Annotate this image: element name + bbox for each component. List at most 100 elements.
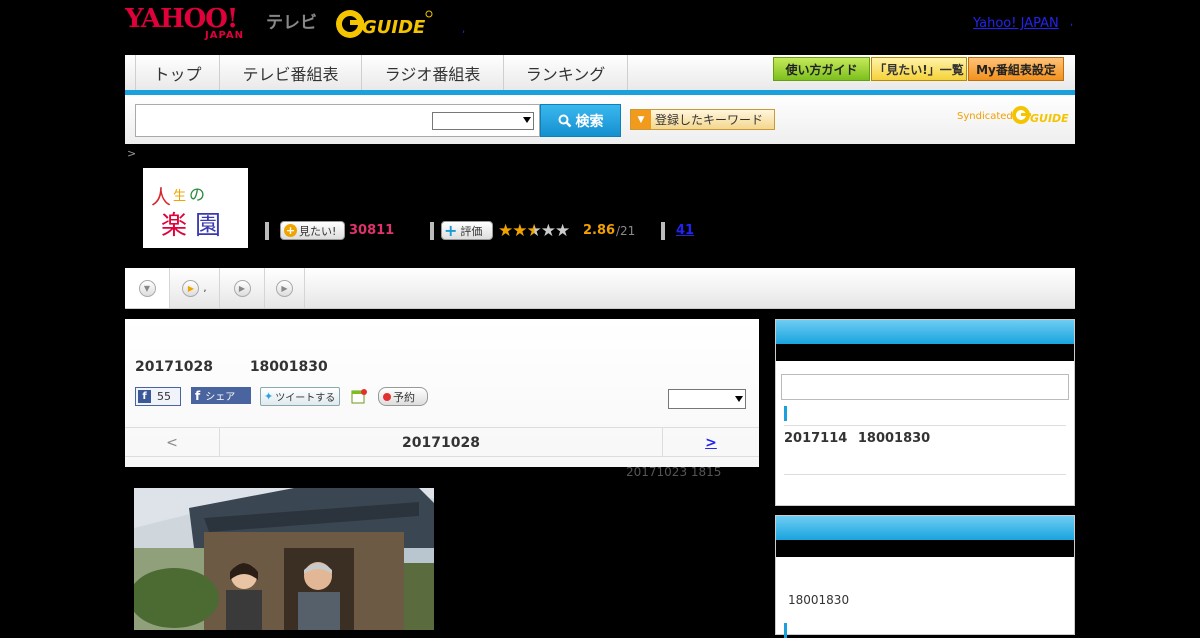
side-panel-header: [776, 320, 1074, 344]
want-list-button[interactable]: 「見たい!」一覧: [871, 57, 967, 81]
side-panel-subheader: [776, 344, 1074, 361]
rating-count: /21: [616, 224, 636, 238]
breadcrumb[interactable]: >: [127, 147, 136, 160]
facebook-share-label: シェア: [205, 392, 236, 403]
upcoming-broadcasts-panel: 2017114 18001830: [775, 319, 1075, 506]
global-nav: トップ テレビ番組表 ラジオ番組表 ランキング 使い方ガイド 「見たい!」一覧 …: [125, 55, 1075, 95]
search-button-label: 検索: [575, 113, 604, 130]
broadcast-time: 18001830: [249, 359, 328, 375]
program-tabs: ▼ ▶ , ▶ ▶: [125, 268, 1075, 309]
divider: [784, 425, 1066, 426]
play-icon: ▶: [233, 279, 251, 297]
yahoo-logo-sub: JAPAN: [205, 30, 244, 41]
play-icon: ▶: [182, 279, 200, 297]
nav-top[interactable]: トップ: [135, 55, 220, 90]
date-navigation: < 20171028 >: [125, 427, 759, 457]
twitter-bird-icon: ✦: [264, 390, 274, 403]
reviews-link[interactable]: 41: [676, 223, 694, 238]
gguide-logo[interactable]: GUIDE: [334, 6, 434, 42]
upcoming-broadcast-item[interactable]: 2017114 18001830: [784, 431, 930, 446]
registered-keywords-button[interactable]: ▼ 登録したキーワード: [630, 109, 775, 130]
nav-tv-guide[interactable]: テレビ番組表: [220, 55, 362, 90]
star-icon: ★: [512, 221, 527, 241]
tweet-button[interactable]: ✦ ツイートする: [260, 387, 340, 406]
svg-text:生: 生: [173, 189, 186, 204]
related-panel: 18001830: [775, 515, 1075, 638]
svg-text:の: の: [189, 185, 205, 204]
section-marker: [784, 623, 787, 638]
tab-reviews[interactable]: ▶: [220, 268, 265, 308]
search-bar: 検索 ▼ 登録したキーワード Syndicated GUIDE: [125, 95, 1075, 144]
broadcast-date: 20171028: [135, 359, 213, 375]
header-sep-left: ,: [462, 24, 466, 35]
facebook-icon: f: [195, 388, 201, 403]
program-photo: [134, 488, 434, 630]
triangle-down-icon: ▼: [631, 110, 651, 129]
current-date: 20171028: [220, 428, 663, 457]
facebook-icon: f: [138, 390, 151, 403]
channel-select[interactable]: [668, 389, 746, 409]
tv-label[interactable]: テレビ: [266, 8, 317, 33]
yahoo-logo-text: YAHOO!: [125, 4, 238, 34]
side-panel-field[interactable]: [781, 374, 1069, 400]
rating-value: 2.86: [583, 223, 616, 238]
search-icon: [558, 114, 571, 127]
tab-broadcast[interactable]: ▶ ,: [170, 268, 220, 308]
syndicated-label: Syndicated: [957, 111, 1013, 122]
search-button[interactable]: 検索: [540, 104, 621, 137]
stat-divider: [661, 222, 665, 240]
chevron-down-icon: [735, 396, 743, 402]
my-guide-settings-button[interactable]: My番組表設定: [968, 57, 1064, 81]
broadcast-info-panel: 20171028 18001830 f 55 f シェア ✦ ツイートする 予約…: [125, 319, 759, 467]
broadcast-datetime: 20171028 18001830: [135, 359, 328, 375]
play-icon: ▶: [276, 279, 293, 297]
upcoming-time: 18001830: [857, 431, 931, 446]
chevron-down-icon: [523, 117, 531, 123]
want-to-watch-button[interactable]: + 見たい!: [280, 221, 345, 240]
facebook-like-count: 55: [157, 390, 171, 403]
svg-text:人: 人: [151, 185, 171, 209]
tweet-label: ツイートする: [275, 393, 336, 404]
calendar-add-icon[interactable]: [351, 388, 367, 404]
divider: [784, 474, 1066, 475]
rate-button[interactable]: + 評価: [441, 221, 493, 240]
tab-related[interactable]: ▶: [265, 268, 305, 308]
svg-text:GUIDE: GUIDE: [362, 17, 426, 38]
yahoo-japan-logo[interactable]: YAHOO! JAPAN: [125, 6, 263, 42]
want-to-watch-label: 見たい!: [299, 224, 337, 238]
side-panel-header: [776, 516, 1074, 540]
reserve-recording-button[interactable]: 予約: [378, 387, 428, 406]
search-category-select[interactable]: [432, 112, 534, 130]
prev-date-button[interactable]: <: [125, 428, 220, 457]
program-logo: 人 生 の 楽 園: [143, 168, 248, 248]
svg-text:楽: 楽: [161, 211, 187, 241]
plus-icon: +: [284, 224, 297, 237]
next-date-link[interactable]: >: [663, 428, 759, 457]
registered-keywords-label: 登録したキーワード: [655, 113, 764, 127]
updated-timestamp: 20171023 1815: [626, 465, 722, 479]
section-marker: [784, 406, 787, 421]
related-time: 18001830: [788, 593, 850, 607]
want-count: 30811: [349, 223, 395, 238]
reserve-label: 予約: [393, 390, 415, 404]
star-empty-icon: ★: [555, 221, 570, 241]
nav-radio-guide[interactable]: ラジオ番組表: [362, 55, 504, 90]
svg-text:園: 園: [195, 211, 221, 241]
guide-button[interactable]: 使い方ガイド: [773, 57, 870, 81]
chevron-down-icon: ▼: [138, 279, 156, 297]
half-star-icon: ★: [526, 221, 542, 241]
tab-label: ,: [203, 282, 207, 294]
rating-stars: ★★★★★: [498, 221, 570, 241]
star-icon: ★: [498, 221, 513, 241]
svg-text:GUIDE: GUIDE: [1030, 112, 1069, 125]
tab-overview[interactable]: ▼: [125, 268, 170, 308]
star-empty-icon: ★: [540, 221, 556, 241]
facebook-like-button[interactable]: f 55: [135, 387, 181, 406]
stat-divider: [430, 222, 434, 240]
stat-divider: [265, 222, 269, 240]
upcoming-date: 2017114: [784, 431, 848, 446]
header-sep-right: ,: [1070, 17, 1074, 28]
facebook-share-button[interactable]: f シェア: [191, 387, 251, 404]
yahoo-japan-link[interactable]: Yahoo! JAPAN: [973, 16, 1059, 31]
nav-ranking[interactable]: ランキング: [504, 55, 628, 90]
